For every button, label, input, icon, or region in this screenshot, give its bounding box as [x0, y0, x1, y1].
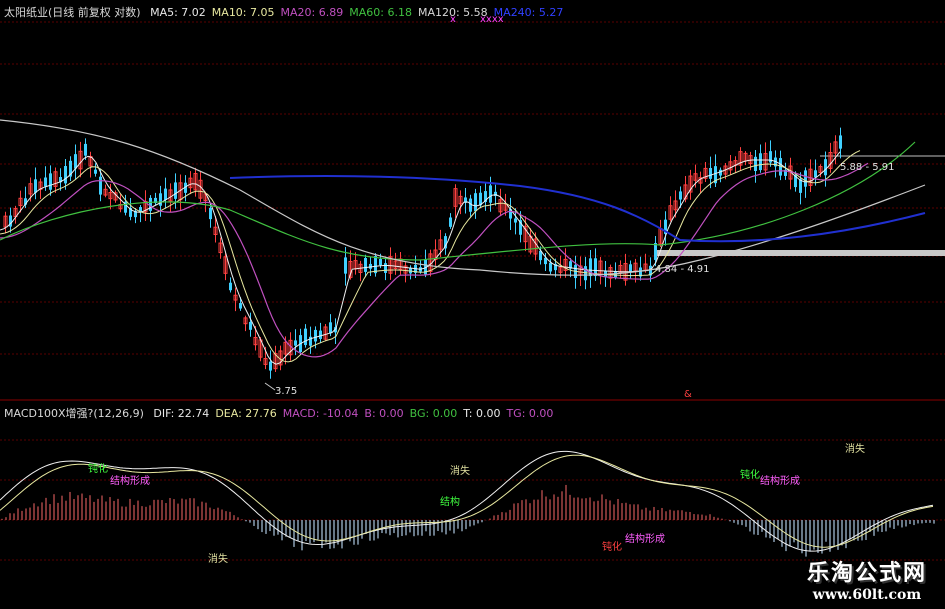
candle-body	[759, 153, 762, 171]
watermark: 乐淘公式网 www.60lt.com	[807, 555, 927, 603]
candle-body	[209, 207, 212, 220]
macd-legend-dea: DEA: 27.76	[215, 407, 277, 420]
candle-body	[94, 169, 97, 174]
price-low-label: 3.75	[275, 386, 297, 397]
macd-legend-tg: TG: 0.00	[506, 407, 554, 420]
macd-legend-t: T: 0.00	[463, 407, 501, 420]
candle-body	[344, 257, 347, 274]
macd-signal-label: 钝化	[88, 462, 108, 475]
candle-body	[814, 170, 817, 178]
macd-signal-label: 结构	[440, 495, 460, 508]
candle-body	[839, 135, 842, 149]
legend-ma60: MA60: 6.18	[349, 6, 412, 19]
candle-body	[364, 258, 367, 272]
candle-body	[379, 258, 382, 266]
watermark-title: 乐淘公式网	[806, 561, 927, 586]
candle-body	[174, 182, 177, 199]
macd-signal-label: 消失	[208, 552, 228, 565]
candle-body	[314, 329, 317, 342]
candle-body	[799, 179, 802, 193]
macd-legend-b: B: 0.00	[364, 407, 404, 420]
macd-legend-bg: BG: 0.00	[409, 407, 458, 420]
candle-body	[164, 188, 167, 200]
macd-title: MACD100X增强?(12,26,9)	[4, 407, 144, 420]
macd-signal-label: 结构形成	[110, 474, 150, 487]
macd-signal-label: 结构形成	[760, 474, 800, 487]
candle-body	[514, 218, 517, 223]
candle-body	[149, 197, 152, 211]
candle-body	[34, 179, 37, 193]
macd-legend-dif: DIF: 22.74	[153, 407, 210, 420]
candle-body	[304, 328, 307, 346]
range-label-high: 5.88 - 5.91	[840, 162, 895, 173]
macd-panel-header: MACD100X增强?(12,26,9) DIF: 22.74 DEA: 27.7…	[4, 405, 565, 421]
candle-body	[44, 177, 47, 187]
low-marker	[264, 382, 276, 391]
candle-body	[804, 170, 807, 187]
candle-body	[49, 173, 52, 190]
candle-body	[709, 168, 712, 179]
macd-signal-label: 消失	[845, 442, 865, 455]
candle-body	[384, 263, 387, 273]
candle-body	[229, 282, 232, 291]
ma5-line	[0, 151, 841, 365]
candle-body	[449, 217, 452, 227]
candle-body	[319, 330, 322, 339]
candle-body	[84, 143, 87, 156]
legend-ma10: MA10: 7.05	[211, 6, 275, 19]
ma-legend: MA5: 7.02 MA10: 7.05 MA20: 6.89 MA60: 6.18 M…	[150, 6, 569, 19]
legend-ma20: MA20: 6.89	[280, 6, 344, 19]
marker-amp: &	[684, 389, 692, 400]
macd-legend-macd: MACD: -10.04	[282, 407, 359, 420]
candle-body	[824, 159, 827, 176]
candle-body	[374, 255, 377, 274]
candle-body	[269, 361, 272, 371]
ma240-line	[229, 175, 926, 243]
candle-body	[679, 191, 682, 200]
candle-body	[474, 193, 477, 212]
candle-body	[754, 156, 757, 171]
legend-ma120: MA120: 5.58	[417, 6, 488, 19]
stock-chart-window[interactable]: 3.75 5.88 - 5.91 4.84 - 4.91 & x xxxx 钝化 结构形成 消失…	[0, 0, 945, 609]
macd-signal-label: 钝化	[602, 540, 622, 553]
macd-signal-label: 结构形成	[625, 532, 665, 545]
range-label-low: 4.84 - 4.91	[655, 264, 710, 275]
candle-body	[294, 340, 297, 346]
macd-signal-label: 钝化	[740, 468, 760, 481]
candle-body	[549, 262, 552, 272]
candle-body	[654, 243, 657, 260]
macd-signal-label: 消失	[450, 464, 470, 477]
candle-body	[74, 154, 77, 169]
candle-body	[329, 322, 332, 334]
candle-body	[159, 193, 162, 206]
candle-body	[489, 185, 492, 203]
candle-body	[369, 263, 372, 269]
stock-title: 太阳纸业(日线 前复权 对数)	[4, 6, 141, 19]
watermark-url: www.60lt.com	[812, 587, 922, 603]
candle-body	[239, 303, 242, 309]
candle-body	[249, 321, 252, 330]
candle-body	[64, 166, 67, 184]
legend-ma5: MA5: 7.02	[150, 6, 206, 19]
kline-chart-canvas[interactable]: 3.755.88 - 5.914.84 - 4.91&x xxxx钝化结构形成消失…	[0, 0, 945, 609]
price-panel-header: 太阳纸业(日线 前复权 对数) MA5: 7.02 MA10: 7.05 MA20:…	[4, 4, 575, 20]
candle-body	[99, 176, 102, 195]
macd-legend: DIF: 22.74 DEA: 27.76 MACD: -10.04 B: 0.00 B…	[153, 407, 559, 420]
legend-ma240: MA240: 5.27	[493, 6, 564, 19]
